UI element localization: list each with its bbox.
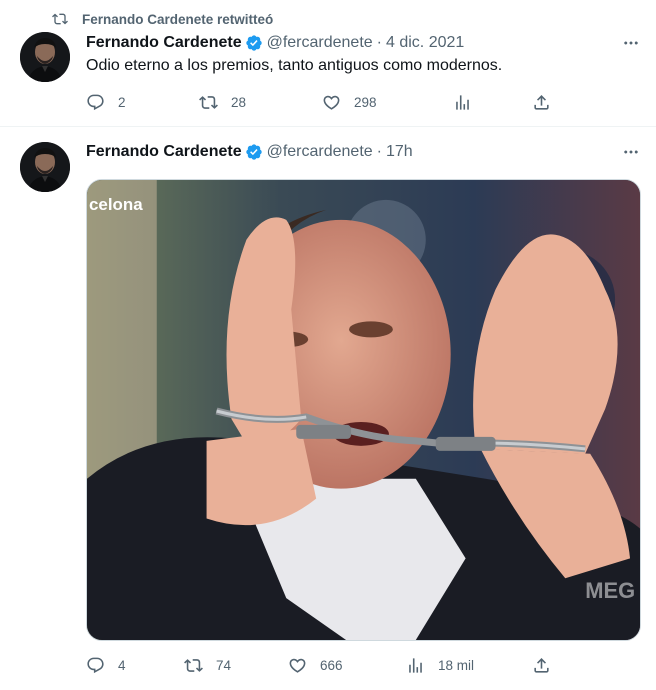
author-handle[interactable]: @fercardenete: [267, 34, 373, 52]
reply-icon: [86, 93, 105, 112]
tweet[interactable]: Fernando Cardenete @fercardenete · 17h c…: [0, 127, 656, 690]
share-button[interactable]: [532, 90, 564, 114]
views-icon: [406, 656, 425, 675]
like-count: 666: [320, 657, 343, 673]
views-button[interactable]: 18 mil: [406, 653, 474, 677]
author-handle[interactable]: @fercardenete: [267, 143, 373, 161]
retweet-banner: Fernando Cardenete retwitteó: [52, 10, 273, 28]
share-button[interactable]: [532, 653, 564, 677]
retweet-banner-text[interactable]: Fernando Cardenete retwitteó: [82, 12, 273, 27]
like-button[interactable]: 298: [322, 90, 377, 114]
tweet-retweeted[interactable]: Fernando Cardenete retwitteó Fernando Ca…: [0, 0, 656, 126]
like-icon: [322, 93, 341, 112]
retweet-icon: [184, 656, 203, 675]
retweet-button[interactable]: 74: [184, 653, 231, 677]
reply-count: 4: [118, 657, 126, 673]
tweet-actions: 4 74 666 18 mil: [86, 653, 556, 677]
tweet-timestamp[interactable]: 4 dic. 2021: [386, 34, 464, 52]
svg-text:MEG: MEG: [585, 578, 635, 603]
separator: ·: [376, 143, 382, 160]
retweet-count: 28: [231, 94, 247, 110]
tweet-timestamp[interactable]: 17h: [386, 143, 413, 161]
overlay-text: celona: [89, 195, 143, 214]
retweet-icon: [199, 93, 218, 112]
retweet-count: 74: [216, 657, 232, 673]
views-icon: [453, 93, 472, 112]
retweet-icon: [52, 11, 68, 27]
share-icon: [532, 93, 551, 112]
like-icon: [288, 656, 307, 675]
media-photo: celona MEG: [87, 180, 640, 640]
retweet-button[interactable]: 28: [199, 90, 246, 114]
reply-button[interactable]: 4: [86, 653, 128, 677]
more-options-button[interactable]: [620, 141, 642, 163]
more-options-button[interactable]: [620, 32, 642, 54]
author-name[interactable]: Fernando Cardenete: [86, 143, 242, 161]
tweet-header: Fernando Cardenete @fercardenete · 17h: [86, 141, 413, 163]
views-count: 18 mil: [438, 657, 475, 673]
separator: ·: [376, 34, 382, 51]
tweet-text: Odio eterno a los premios, tanto antiguo…: [86, 57, 503, 74]
more-icon: [622, 143, 640, 161]
like-button[interactable]: 666: [288, 653, 343, 677]
tweet-header: Fernando Cardenete @fercardenete · 4 dic…: [86, 32, 464, 54]
share-icon: [532, 656, 551, 675]
verified-badge-icon[interactable]: [245, 143, 263, 161]
avatar[interactable]: [20, 32, 70, 82]
more-icon: [622, 34, 640, 52]
reply-count: 2: [118, 94, 126, 110]
verified-badge-icon[interactable]: [245, 34, 263, 52]
tweet-media-image[interactable]: celona MEG: [86, 179, 641, 641]
reply-button[interactable]: 2: [86, 90, 128, 114]
views-button[interactable]: [453, 90, 485, 114]
reply-icon: [86, 656, 105, 675]
tweet-actions: 2 28 298: [86, 90, 556, 114]
avatar[interactable]: [20, 142, 70, 192]
author-name[interactable]: Fernando Cardenete: [86, 34, 242, 52]
like-count: 298: [354, 94, 377, 110]
